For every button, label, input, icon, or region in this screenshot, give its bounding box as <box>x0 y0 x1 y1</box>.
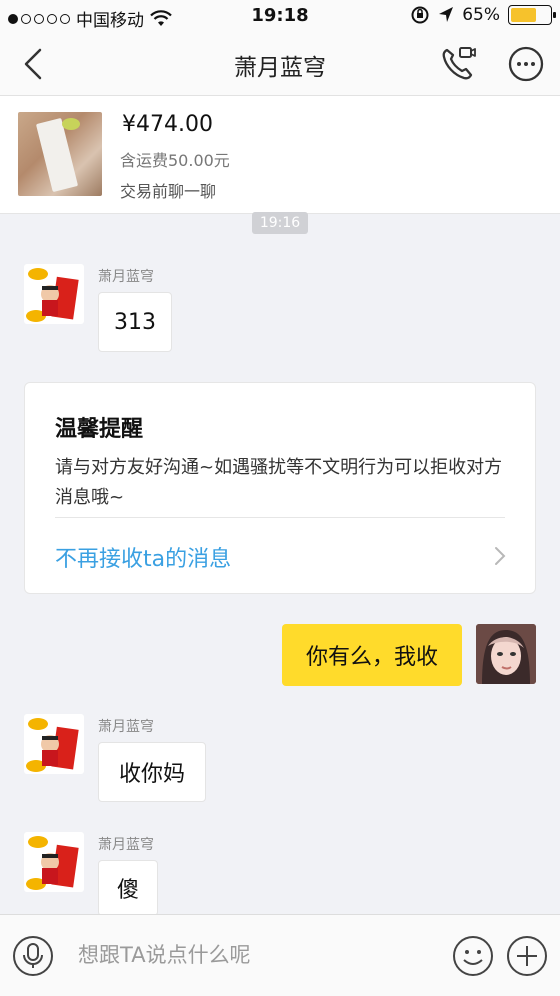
message-input[interactable] <box>62 929 442 981</box>
product-price: ¥474.00 <box>122 112 213 137</box>
message-bubble-self[interactable]: 你有么，我收 <box>282 624 462 686</box>
battery-percent: 65% <box>462 5 500 25</box>
sender-name: 萧月蓝穹 <box>98 837 154 853</box>
product-chat-hint: 交易前聊一聊 <box>120 182 217 201</box>
emoji-icon[interactable] <box>452 935 494 977</box>
avatar[interactable] <box>24 714 84 774</box>
sender-name: 萧月蓝穹 <box>98 269 154 285</box>
reminder-title: 温馨提醒 <box>55 417 144 442</box>
avatar-self[interactable] <box>476 624 536 684</box>
rotation-lock-icon <box>411 6 429 24</box>
plus-icon[interactable] <box>506 935 548 977</box>
product-shipping: 含运费50.00元 <box>120 151 230 170</box>
battery-icon <box>508 5 556 25</box>
message-bubble[interactable]: 傻 <box>98 860 158 916</box>
avatar[interactable] <box>24 264 84 324</box>
message-timestamp: 19:16 <box>252 212 308 234</box>
chevron-right-icon[interactable] <box>493 545 507 567</box>
sender-name: 萧月蓝穹 <box>98 719 154 735</box>
product-card[interactable] <box>0 96 560 214</box>
more-icon[interactable] <box>506 44 546 84</box>
battery-fill <box>511 8 536 22</box>
reminder-body: 请与对方友好沟通~如遇骚扰等不文明行为可以拒收对方消息哦~ <box>55 457 503 508</box>
message-bubble[interactable]: 313 <box>98 292 172 352</box>
location-icon <box>439 7 454 22</box>
input-bar <box>0 914 560 996</box>
message-bubble[interactable]: 收你妈 <box>98 742 206 802</box>
divider <box>55 517 505 518</box>
microphone-icon[interactable] <box>12 935 54 977</box>
status-right: 65% <box>410 5 556 25</box>
avatar[interactable] <box>24 832 84 892</box>
status-bar: 中国移动 19:18 65% <box>0 0 560 32</box>
reminder-card: 温馨提醒 请与对方友好沟通~如遇骚扰等不文明行为可以拒收对方消息哦~ 不再接收t… <box>24 382 536 594</box>
block-messages-link[interactable]: 不再接收ta的消息 <box>55 541 231 573</box>
nav-bar: 萧月蓝穹 <box>0 32 560 96</box>
phone-video-icon[interactable] <box>438 44 478 84</box>
product-thumbnail[interactable] <box>18 112 102 196</box>
